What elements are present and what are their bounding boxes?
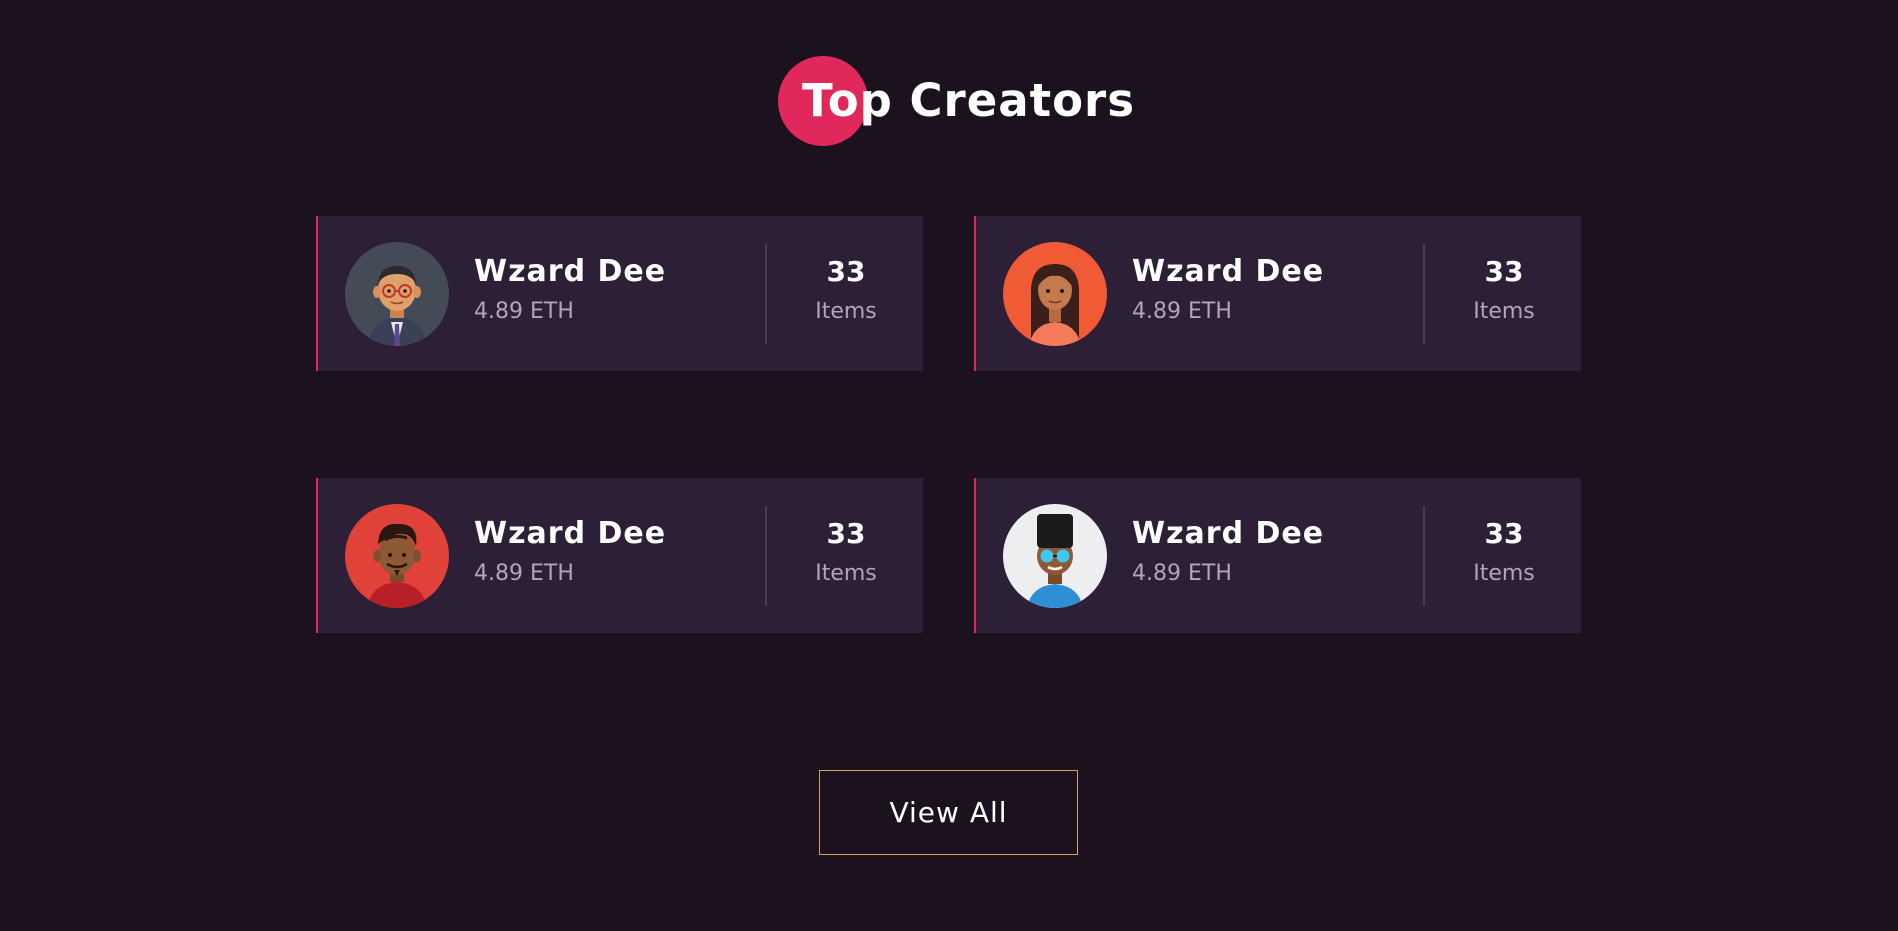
- creator-card[interactable]: Wzard Dee 4.89 ETH 33 Items: [974, 216, 1581, 371]
- creator-card[interactable]: Wzard Dee 4.89 ETH 33 Items: [316, 216, 923, 371]
- view-all-button[interactable]: View All: [819, 770, 1078, 855]
- item-count: 33: [826, 255, 866, 288]
- avatar-beard-icon: [345, 504, 449, 608]
- creator-card[interactable]: Wzard Dee 4.89 ETH 33 Items: [974, 478, 1581, 633]
- avatar-glasses-suit-icon: [345, 242, 449, 346]
- section-heading: Top Creators: [0, 56, 1898, 146]
- item-count: 33: [826, 517, 866, 550]
- creator-name[interactable]: Wzard Dee: [474, 252, 666, 292]
- section-title: Top Creators: [802, 74, 1136, 127]
- avatar-long-hair-icon: [1003, 242, 1107, 346]
- creator-name[interactable]: Wzard Dee: [1132, 252, 1324, 292]
- avatar-sunglasses-icon: [1003, 504, 1107, 608]
- creator-card[interactable]: Wzard Dee 4.89 ETH 33 Items: [316, 478, 923, 633]
- creator-name[interactable]: Wzard Dee: [1132, 514, 1324, 554]
- item-count-label: Items: [815, 561, 877, 586]
- item-count-label: Items: [815, 299, 877, 324]
- creator-price: 4.89 ETH: [474, 299, 574, 324]
- item-count-label: Items: [1473, 561, 1535, 586]
- item-count: 33: [1484, 517, 1524, 550]
- item-count: 33: [1484, 255, 1524, 288]
- creator-price: 4.89 ETH: [474, 561, 574, 586]
- creator-price: 4.89 ETH: [1132, 299, 1232, 324]
- creator-name[interactable]: Wzard Dee: [474, 514, 666, 554]
- item-count-label: Items: [1473, 299, 1535, 324]
- creator-price: 4.89 ETH: [1132, 561, 1232, 586]
